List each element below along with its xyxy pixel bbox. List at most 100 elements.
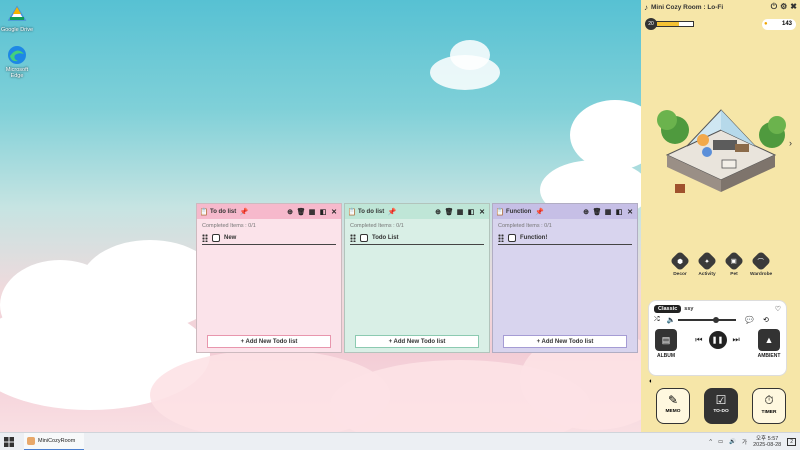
add-icon[interactable]: ⊕ <box>582 208 590 216</box>
panel-header[interactable]: 📋 To do list 📌 ⊕ 🗑 ▦ ◧ ✕ <box>197 204 341 219</box>
album-button[interactable]: ▤ ALBUM <box>654 329 678 359</box>
system-tray: ^ ▭ 🔊 가 오후 5:57 2025-08-28 2 <box>709 436 800 448</box>
edge-icon <box>6 44 28 66</box>
ambient-button[interactable]: ▲ AMBIENT <box>757 329 781 359</box>
chevron-up-icon[interactable]: ^ <box>709 439 712 445</box>
layout-icon[interactable]: ◧ <box>319 208 327 216</box>
panel-header[interactable]: 📋 Function 📌 ⊕ 🗑 ▦ ◧ ✕ <box>493 204 637 219</box>
timer-button[interactable]: ⏱ TIMER <box>752 388 786 424</box>
close-icon[interactable]: ✕ <box>330 208 338 216</box>
todo-item-label[interactable]: New <box>224 235 236 241</box>
ime-icon[interactable]: 가 <box>742 438 747 446</box>
todo-button[interactable]: ☑ TO-DO <box>704 388 738 424</box>
layout-icon[interactable]: ◧ <box>615 208 623 216</box>
pause-icon[interactable]: ❚❚ <box>708 331 727 349</box>
shuffle-icon[interactable]: ⤮ <box>654 316 660 324</box>
pin-icon[interactable]: 📌 <box>535 208 544 216</box>
todo-clipboard-icon: 📋 <box>347 208 357 216</box>
app-title-bar[interactable]: ♪ Mini Cozy Room : Lo-Fi ⏻ ⚙ ✖ <box>641 0 800 14</box>
desktop-icon-edge[interactable]: Microsoft Edge <box>0 44 34 79</box>
previous-track-icon[interactable]: ⏮ <box>695 335 702 345</box>
timer-label: TIMER <box>761 410 777 415</box>
mute-icon[interactable]: 🔈 <box>667 316 676 324</box>
panel-title: To do list <box>210 208 237 215</box>
volume-icon[interactable]: 🔊 <box>729 439 736 445</box>
start-button[interactable] <box>0 433 18 450</box>
chat-icon[interactable]: 💬 <box>745 316 754 324</box>
close-icon[interactable]: ✕ <box>478 208 486 216</box>
menu-label: Wardrobe <box>750 272 773 277</box>
desktop-icon-label: Microsoft Edge <box>5 67 29 79</box>
pet-icon: ▣ <box>723 250 745 272</box>
menu-pet[interactable]: ▣ Pet <box>723 250 745 277</box>
todo-item: Todo List <box>350 232 484 245</box>
add-todo-button[interactable]: + Add New Todo list <box>355 335 479 348</box>
decor-icon: ⬢ <box>669 250 691 272</box>
todo-item-label[interactable]: Function! <box>520 235 547 241</box>
menu-label: Pet <box>730 272 738 277</box>
taskbar-app-minicozyroom[interactable]: MiniCozyRoom <box>24 432 84 450</box>
todo-label: TO-DO <box>713 409 729 414</box>
todo-clipboard-icon: 📋 <box>199 208 209 216</box>
cozy-room-illustration[interactable] <box>647 80 795 200</box>
next-room-arrow-icon[interactable]: › <box>789 138 792 148</box>
menu-decor[interactable]: ⬢ Decor <box>669 250 691 277</box>
pin-icon[interactable]: 📌 <box>388 208 397 216</box>
menu-label: Activity <box>698 272 716 277</box>
ambient-icon: ▲ <box>758 329 780 351</box>
grid-icon[interactable]: ▦ <box>308 208 316 216</box>
grid-icon[interactable]: ▦ <box>456 208 464 216</box>
power-icon[interactable]: ⏻ <box>771 2 777 12</box>
panel-header[interactable]: 📋 To do list 📌 ⊕ 🗑 ▦ ◧ ✕ <box>345 204 489 219</box>
google-drive-icon <box>6 4 28 26</box>
genre-select[interactable]: Classic <box>654 305 682 313</box>
todo-item-label[interactable]: Todo List <box>372 235 399 241</box>
track-title: ssy <box>684 306 694 312</box>
settings-icon[interactable]: ⚙ <box>780 2 787 12</box>
drag-handle-icon[interactable] <box>350 234 356 242</box>
album-label: ALBUM <box>656 353 676 359</box>
add-todo-button[interactable]: + Add New Todo list <box>503 335 627 348</box>
mini-cozy-room-app: ♪ Mini Cozy Room : Lo-Fi ⏻ ⚙ ✖ 20 ● 143 … <box>641 0 800 432</box>
app-icon <box>27 436 35 445</box>
memo-button[interactable]: ✎ MEMO <box>656 388 690 424</box>
volume-knob[interactable] <box>713 316 720 323</box>
menu-activity[interactable]: ✦ Activity <box>696 250 718 277</box>
add-todo-button[interactable]: + Add New Todo list <box>207 335 331 348</box>
volume-slider[interactable] <box>678 316 737 323</box>
monitor-icon[interactable]: ▭ <box>718 439 723 445</box>
todo-checkbox[interactable] <box>212 234 220 242</box>
heart-icon[interactable]: ♡ <box>775 305 781 313</box>
trash-icon[interactable]: 🗑 <box>445 208 454 216</box>
clock[interactable]: 오후 5:57 2025-08-28 <box>753 436 781 448</box>
add-icon[interactable]: ⊕ <box>286 208 294 216</box>
todo-checkbox[interactable] <box>360 234 368 242</box>
close-icon[interactable]: ✖ <box>790 2 797 12</box>
palette-icon[interactable]: ◐ <box>649 378 653 385</box>
next-track-icon[interactable]: ⏭ <box>733 335 740 345</box>
todo-checkbox[interactable] <box>508 234 516 242</box>
todo-panel-1: 📋 To do list 📌 ⊕ 🗑 ▦ ◧ ✕ Completed Items… <box>196 203 342 353</box>
pin-icon[interactable]: 📌 <box>240 208 249 216</box>
grid-icon[interactable]: ▦ <box>604 208 612 216</box>
drag-handle-icon[interactable] <box>498 234 504 242</box>
trash-icon[interactable]: 🗑 <box>297 208 306 216</box>
close-icon[interactable]: ✕ <box>626 208 634 216</box>
menu-wardrobe[interactable]: ⌒ Wardrobe <box>750 250 773 277</box>
music-note-icon: ♪ <box>644 2 648 12</box>
taskbar-app-label: MiniCozyRoom <box>38 437 76 444</box>
memo-icon: ✎ <box>667 393 679 407</box>
xp-bar-fill <box>657 22 679 26</box>
desktop-icon-google-drive[interactable]: Google Drive <box>0 4 34 33</box>
repeat-icon[interactable]: ⟲ <box>763 316 769 324</box>
trash-icon[interactable]: 🗑 <box>593 208 602 216</box>
completed-count: Completed Items : 0/1 <box>202 223 256 229</box>
drag-handle-icon[interactable] <box>202 234 208 242</box>
layout-icon[interactable]: ◧ <box>467 208 475 216</box>
add-icon[interactable]: ⊕ <box>434 208 442 216</box>
todo-clipboard-icon: 📋 <box>495 208 505 216</box>
notification-icon[interactable]: 2 <box>787 437 796 446</box>
coin-count: 143 <box>781 21 792 27</box>
completed-count: Completed Items : 0/1 <box>498 223 552 229</box>
menu-label: Decor <box>673 272 687 277</box>
